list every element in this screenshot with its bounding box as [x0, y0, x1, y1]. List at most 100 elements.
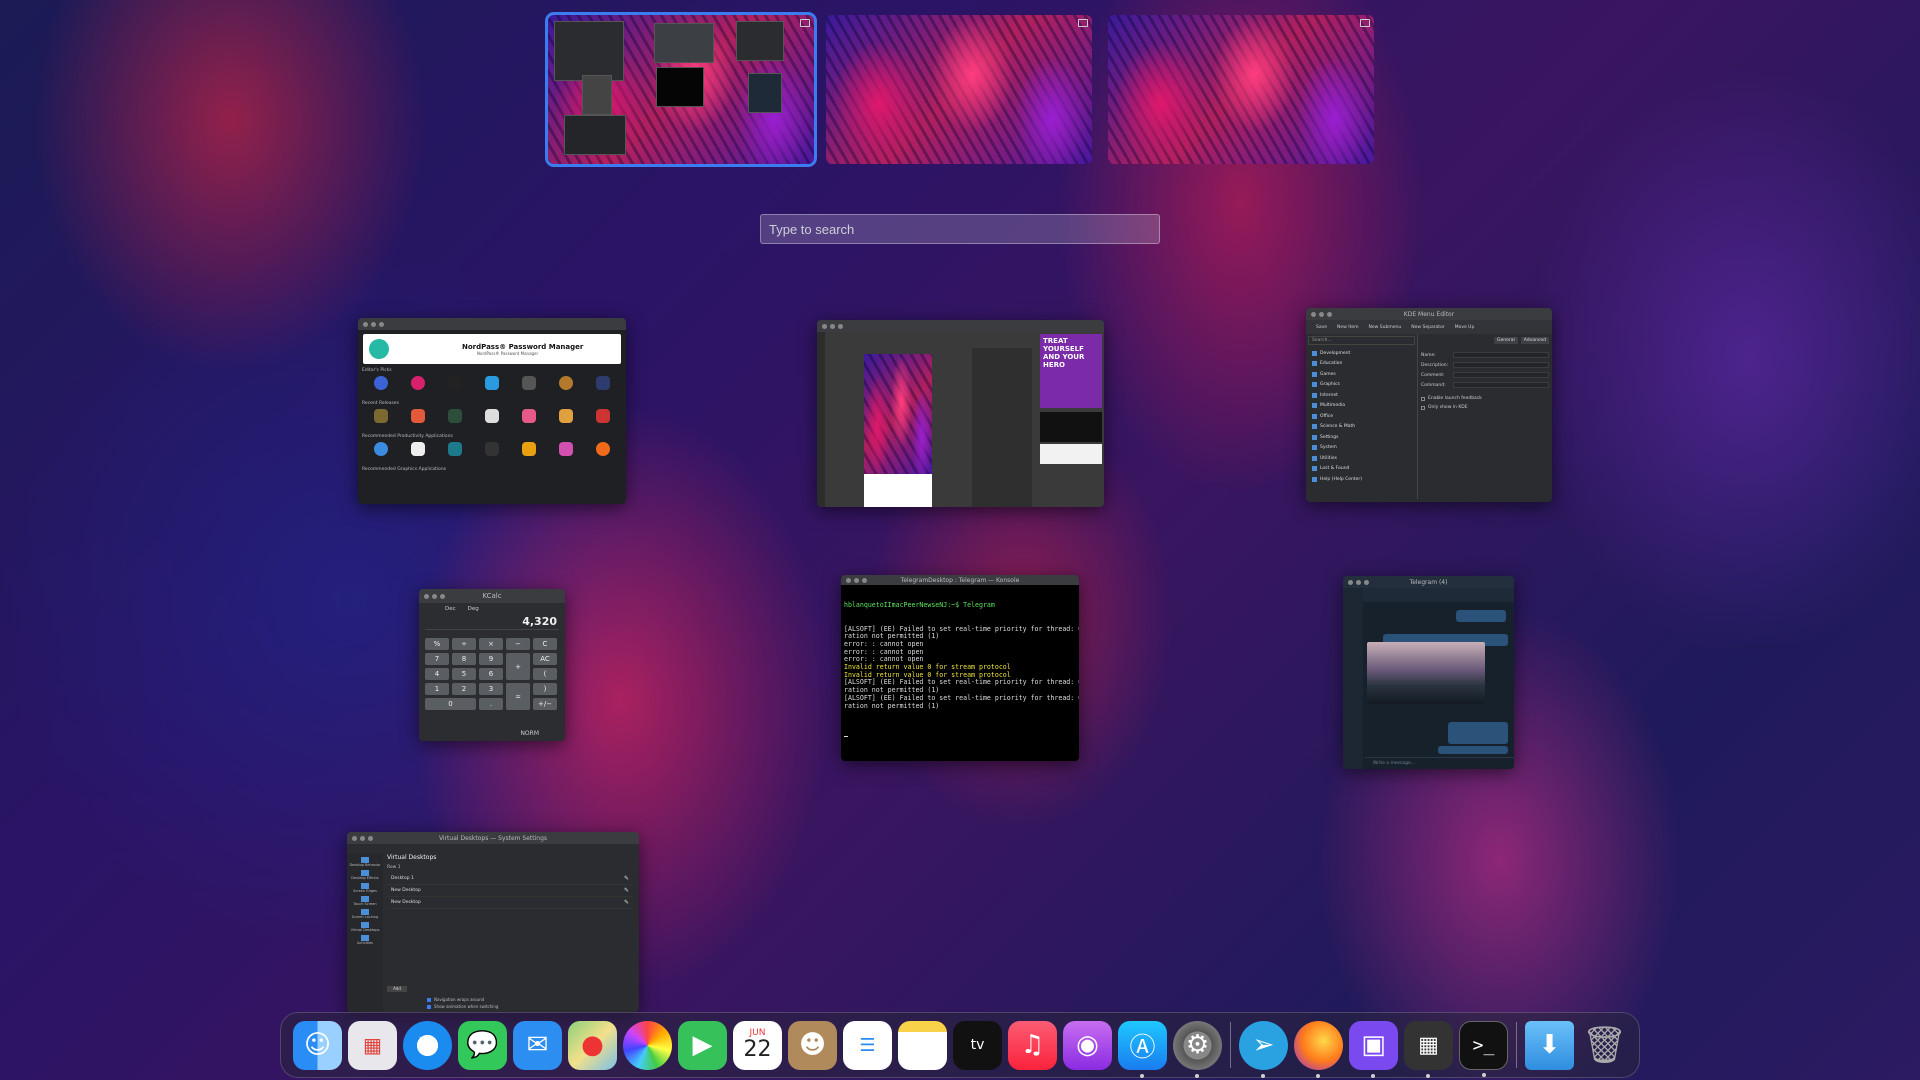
- window-system-settings[interactable]: Virtual Desktops — System Settings Deskt…: [347, 832, 639, 1012]
- calc-key[interactable]: .: [479, 698, 503, 710]
- window-kde-menu-editor[interactable]: KDE Menu Editor Save New Item New Submenu N…: [1306, 308, 1552, 502]
- option-row[interactable]: Show animation when switching: [427, 1003, 498, 1010]
- desktop-menu-icon[interactable]: [1360, 19, 1370, 27]
- calc-key[interactable]: 4: [425, 668, 449, 680]
- calc-key[interactable]: =: [506, 683, 530, 710]
- firefox-icon[interactable]: [1294, 1020, 1343, 1078]
- app-icon[interactable]: [373, 442, 388, 456]
- desktop-menu-icon[interactable]: [1078, 19, 1088, 27]
- app-icon[interactable]: [484, 409, 499, 423]
- app-icon[interactable]: [596, 409, 611, 423]
- photos-icon[interactable]: [623, 1020, 672, 1070]
- maps-icon[interactable]: ●: [568, 1020, 617, 1070]
- app-icon[interactable]: [410, 409, 425, 423]
- message-input[interactable]: Write a message...: [1365, 757, 1514, 769]
- calc-key[interactable]: 8: [452, 653, 476, 665]
- desktop-thumbnail-1[interactable]: [545, 12, 817, 167]
- app-icon[interactable]: [559, 409, 574, 423]
- field-input[interactable]: [1453, 382, 1549, 388]
- terminal-icon[interactable]: >_: [1459, 1020, 1508, 1077]
- desktop-menu-icon[interactable]: [800, 19, 810, 27]
- app-icon[interactable]: [559, 376, 574, 390]
- category-item[interactable]: Lost & Found: [1308, 464, 1415, 475]
- category-item[interactable]: Utilities: [1308, 453, 1415, 464]
- notes-icon[interactable]: [898, 1020, 947, 1070]
- desktop-row[interactable]: New Desktop ✎: [387, 885, 633, 897]
- settings-sidebar-item[interactable]: Touch Screen: [347, 896, 383, 906]
- app-icon[interactable]: [447, 409, 462, 423]
- window-photoshop[interactable]: TREAT YOURSELF AND YOUR HERO: [817, 320, 1104, 507]
- app-icon[interactable]: [596, 376, 611, 390]
- apple-tv-icon[interactable]: tv: [953, 1020, 1002, 1070]
- app-icon[interactable]: [410, 442, 425, 456]
- checkbox[interactable]: [1421, 396, 1425, 401]
- reminders-icon[interactable]: ☰: [843, 1020, 892, 1070]
- search-field[interactable]: Search...: [1308, 336, 1415, 345]
- settings-sidebar-item[interactable]: Activities: [347, 935, 383, 945]
- downloads-folder-icon[interactable]: ⬇: [1525, 1020, 1574, 1070]
- checkbox[interactable]: [427, 1004, 431, 1009]
- discover-icon[interactable]: ▣: [1349, 1020, 1398, 1078]
- window-konsole[interactable]: TelegramDesktop : Telegram — Konsole hbl…: [841, 575, 1079, 761]
- app-icon[interactable]: [447, 442, 462, 456]
- app-icon[interactable]: [522, 409, 537, 423]
- launchpad-icon[interactable]: ▦: [348, 1020, 397, 1070]
- field-input[interactable]: [1453, 362, 1549, 368]
- edit-icon[interactable]: ✎: [624, 899, 629, 906]
- ad-banner[interactable]: TREAT YOURSELF AND YOUR HERO: [1040, 334, 1102, 408]
- toolbar-button[interactable]: New Separator: [1411, 325, 1444, 330]
- toolbar-button[interactable]: Save: [1316, 325, 1327, 330]
- category-item[interactable]: Settings: [1308, 432, 1415, 443]
- field-input[interactable]: [1453, 372, 1549, 378]
- calc-key[interactable]: 5: [452, 668, 476, 680]
- desktop-row[interactable]: New Desktop ✎: [387, 897, 633, 909]
- category-item[interactable]: Games: [1308, 369, 1415, 380]
- category-item[interactable]: Help (Help Center): [1308, 474, 1415, 485]
- app-icon[interactable]: [522, 376, 537, 390]
- messages-icon[interactable]: 💬: [458, 1020, 507, 1070]
- field-input[interactable]: [1453, 352, 1549, 358]
- calendar-icon[interactable]: JUN 22: [733, 1020, 782, 1070]
- app-icon[interactable]: [484, 442, 499, 456]
- edit-icon[interactable]: ✎: [624, 875, 629, 882]
- app-icon[interactable]: [522, 442, 537, 456]
- category-item[interactable]: Internet: [1308, 390, 1415, 401]
- contacts-icon[interactable]: ☻: [788, 1020, 837, 1070]
- category-item[interactable]: Graphics: [1308, 380, 1415, 391]
- calc-key[interactable]: C: [533, 638, 557, 650]
- window-telegram[interactable]: Telegram (4) Write a message...: [1343, 576, 1514, 769]
- calc-key[interactable]: 7: [425, 653, 449, 665]
- toolbar-button[interactable]: New Submenu: [1369, 325, 1402, 330]
- app-store-icon[interactable]: Ⓐ: [1118, 1020, 1167, 1078]
- calc-key[interactable]: +: [506, 653, 530, 680]
- safari-icon[interactable]: ➤: [403, 1020, 452, 1070]
- checkbox-row[interactable]: Enable launch feedback: [1421, 394, 1549, 403]
- calc-key[interactable]: ): [533, 683, 557, 695]
- podcasts-icon[interactable]: ◉: [1063, 1020, 1112, 1070]
- settings-sidebar-item[interactable]: Screen Locking: [347, 909, 383, 919]
- tab[interactable]: General: [1494, 337, 1518, 344]
- settings-sidebar-item[interactable]: Virtual Desktops: [347, 922, 383, 932]
- option-row[interactable]: Navigation wraps around: [427, 996, 498, 1003]
- calc-key[interactable]: 1: [425, 683, 449, 695]
- music-icon[interactable]: ♫: [1008, 1020, 1057, 1070]
- calc-key[interactable]: ÷: [452, 638, 476, 650]
- checkbox[interactable]: [1421, 405, 1425, 410]
- settings-sidebar-item[interactable]: Desktop Effects: [347, 870, 383, 880]
- settings-sidebar-item[interactable]: Screen Edges: [347, 883, 383, 893]
- calc-key[interactable]: 3: [479, 683, 503, 695]
- calc-key[interactable]: AC: [533, 653, 557, 665]
- desktop-thumbnail-2[interactable]: [826, 15, 1092, 164]
- category-item[interactable]: System: [1308, 443, 1415, 454]
- calc-key[interactable]: 2: [452, 683, 476, 695]
- add-button[interactable]: Add: [387, 986, 407, 992]
- calc-key[interactable]: 9: [479, 653, 503, 665]
- toolbar-button[interactable]: Move Up: [1455, 325, 1475, 330]
- calc-key[interactable]: 6: [479, 668, 503, 680]
- facetime-icon[interactable]: ▶: [678, 1020, 727, 1070]
- terminal-output[interactable]: hblanquetoIImacPeerNewseNJ:~$ Telegram […: [841, 585, 1079, 754]
- window-discover[interactable]: NordPass® Password Manager NordPass® Pass…: [358, 318, 626, 504]
- mail-icon[interactable]: ✉: [513, 1020, 562, 1070]
- edit-icon[interactable]: ✎: [624, 887, 629, 894]
- toolbar-button[interactable]: New Item: [1337, 325, 1359, 330]
